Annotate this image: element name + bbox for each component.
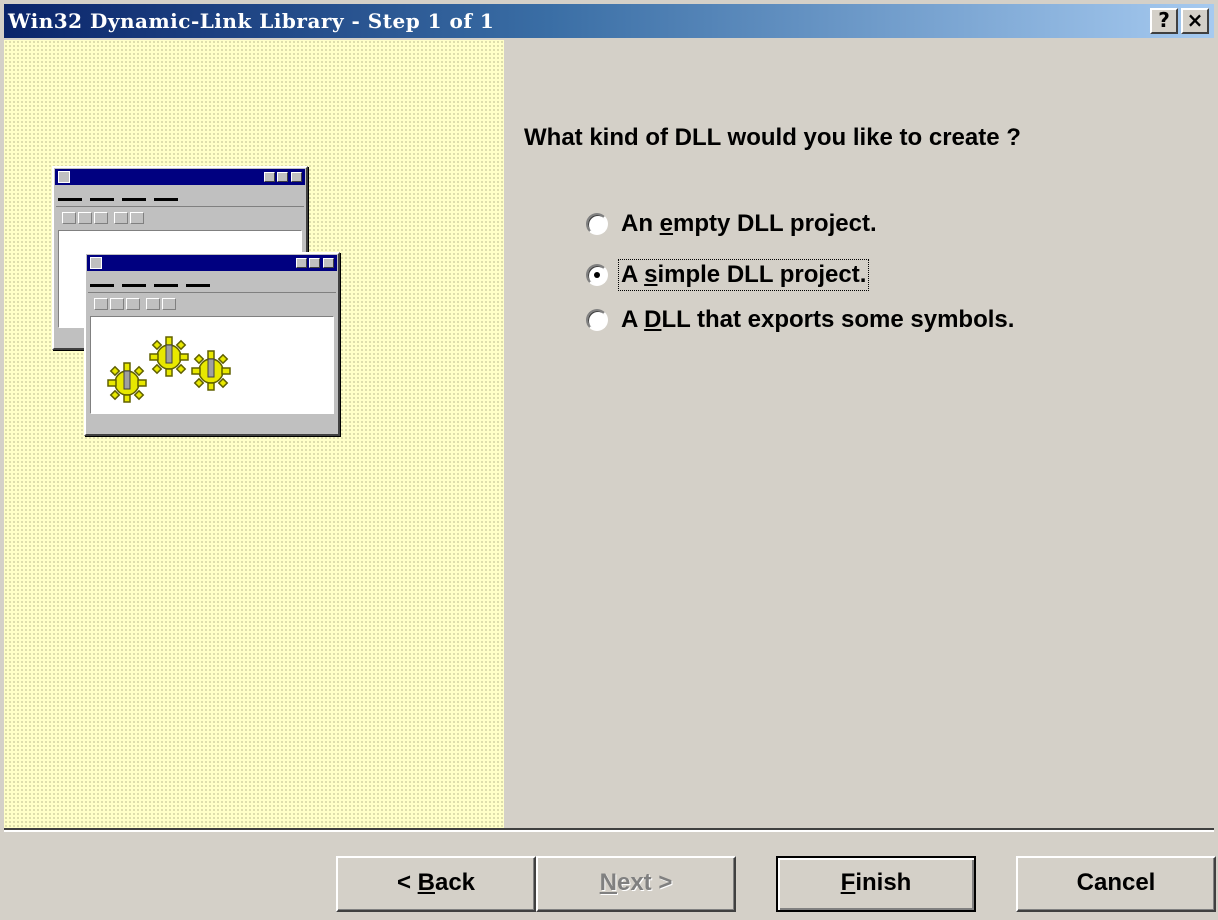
toolbar-button-icon [126,298,140,310]
help-button[interactable]: ? [1150,8,1178,34]
system-menu-icon [90,257,102,269]
toolbar-button-icon [94,298,108,310]
divider [56,206,304,207]
gear-icon [191,350,231,391]
minimize-icon [296,258,307,268]
toolbar-button-icon [162,298,176,310]
toolbar-button-icon [146,298,160,310]
menu-bar-icon [90,284,214,287]
wizard-illustration-panel [4,40,504,828]
toolbar-button-icon [78,212,92,224]
cancel-button[interactable]: Cancel [1016,856,1216,912]
illustration-titlebar [55,169,305,185]
divider [88,292,336,293]
toolbar-button-icon [94,212,108,224]
radio-button[interactable] [586,309,608,331]
gear-icon [107,362,147,403]
radio-button[interactable] [586,213,608,235]
illustration-window-front [84,252,340,436]
illustration-client-area [90,316,334,414]
option-label[interactable]: A simple DLL project. [617,259,870,291]
toolbar-button-icon [110,298,124,310]
option-label[interactable]: An empty DLL project. [620,210,878,238]
toolbar-button-icon [130,212,144,224]
option-empty-dll[interactable]: An empty DLL project. [586,209,878,239]
radio-button[interactable] [586,264,608,286]
option-exports-symbols[interactable]: A DLL that exports some symbols. [586,305,1015,335]
finish-button[interactable]: Finish [776,856,976,912]
maximize-icon [309,258,320,268]
system-menu-icon [58,171,70,183]
menu-bar-icon [58,198,182,201]
next-button[interactable]: Next > [536,856,736,912]
option-simple-dll[interactable]: A simple DLL project. [586,259,870,291]
minimize-icon [264,172,275,182]
close-button[interactable]: × [1181,8,1209,34]
title-bar[interactable]: Win32 Dynamic-Link Library - Step 1 of 1… [4,4,1214,38]
toolbar-button-icon [62,212,76,224]
toolbar-button-icon [114,212,128,224]
close-icon [291,172,302,182]
illustration-titlebar [87,255,337,271]
wizard-dialog: Win32 Dynamic-Link Library - Step 1 of 1… [0,0,1218,920]
gear-icon [149,336,189,377]
maximize-icon [277,172,288,182]
window-title: Win32 Dynamic-Link Library - Step 1 of 1 [8,9,495,33]
close-icon [323,258,334,268]
dll-type-question: What kind of DLL would you like to creat… [524,124,1021,151]
back-button[interactable]: < Back [336,856,536,912]
divider [4,830,1214,832]
option-label[interactable]: A DLL that exports some symbols. [620,306,1015,334]
